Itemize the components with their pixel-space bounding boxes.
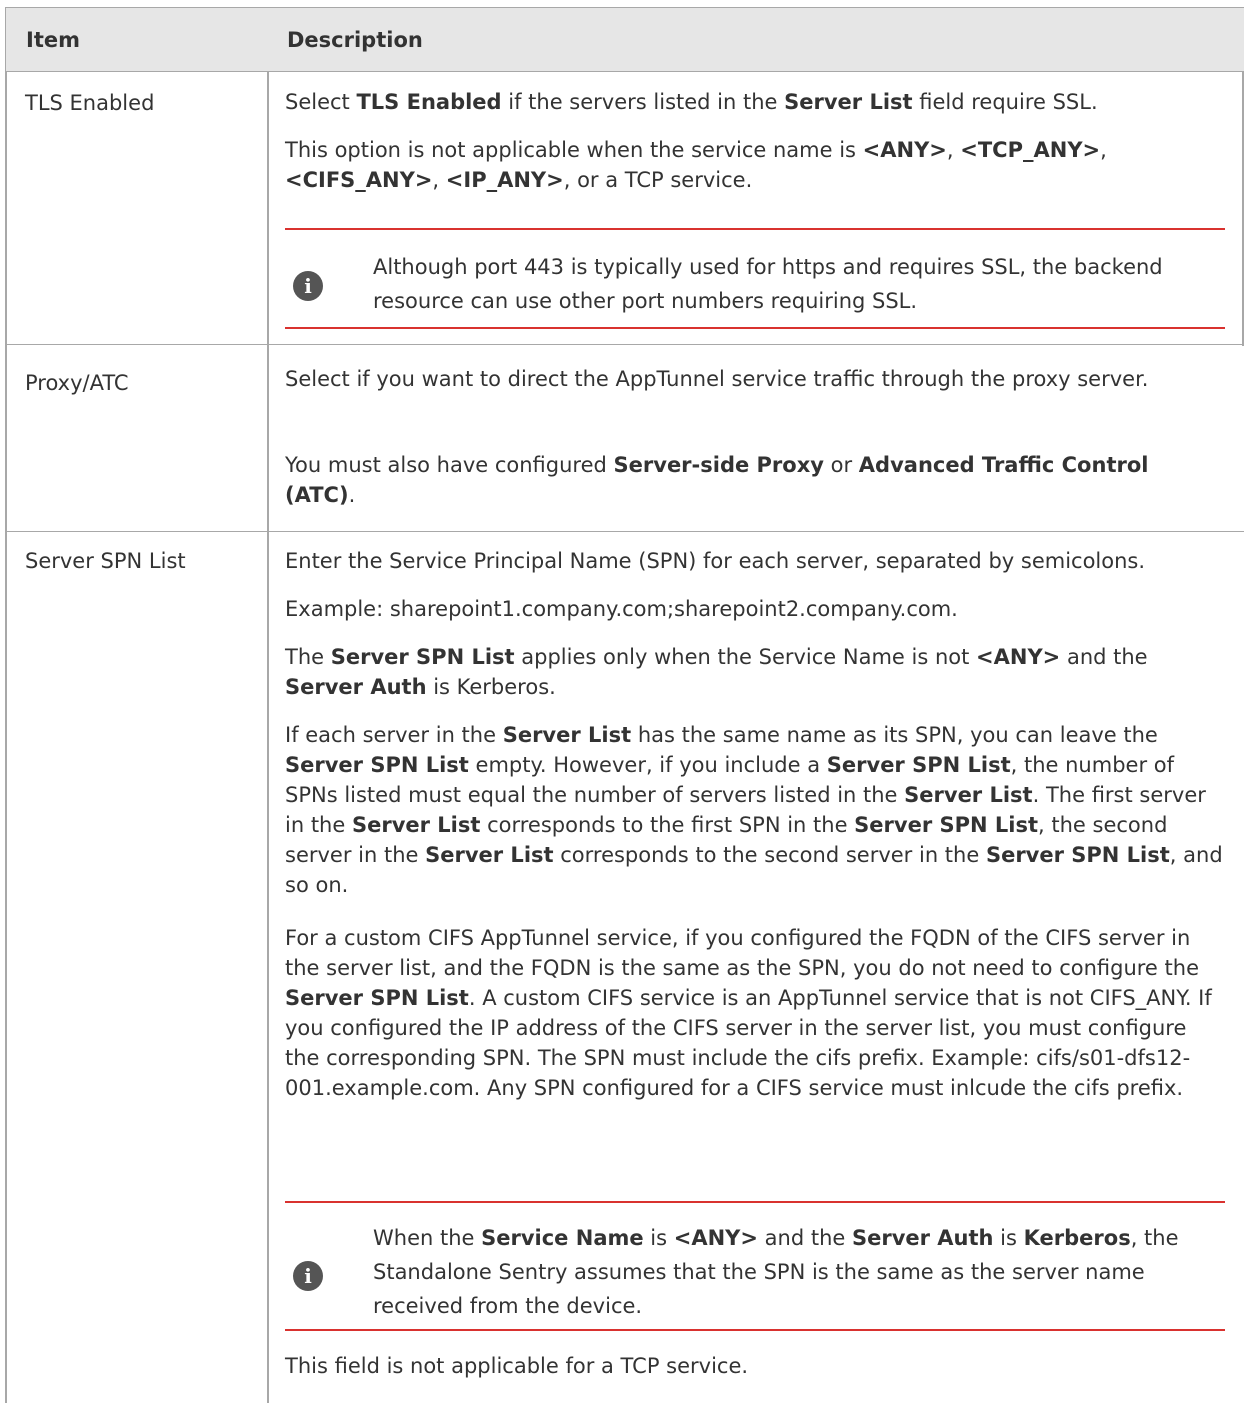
column-divider (267, 71, 269, 1403)
spn-description-5: For a custom CIFS AppTunnel service, if … (285, 926, 1212, 1100)
spn-description-2: Example: sharepoint1.company.com;sharepo… (285, 597, 958, 621)
spn-description-4: If each server in the Server List has th… (285, 723, 1223, 897)
spn-note-text: When the Service Name is <ANY> and the S… (373, 1226, 1179, 1318)
info-icon: i (293, 1261, 323, 1291)
note-rule-bottom (285, 327, 1225, 329)
header-description: Description (287, 28, 423, 52)
header-item: Item (26, 28, 80, 52)
tls-description-2: This option is not applicable when the s… (285, 138, 1107, 192)
table-left-border (5, 71, 7, 1403)
note-rule-top-2 (285, 1201, 1225, 1203)
spn-description-1: Enter the Service Principal Name (SPN) f… (285, 549, 1146, 573)
row-divider-2 (5, 531, 1244, 532)
tls-note-text: Although port 443 is typically used for … (373, 255, 1163, 313)
row-divider-1 (5, 344, 1244, 345)
table-header-row: Item Description (5, 7, 1244, 72)
note-rule-bottom-2 (285, 1329, 1225, 1331)
note-rule-top (285, 228, 1225, 230)
row-item-proxy-atc: Proxy/ATC (25, 371, 129, 395)
spn-description-6: This field is not applicable for a TCP s… (285, 1354, 749, 1378)
tls-description-1: Select TLS Enabled if the servers listed… (285, 90, 1098, 114)
spn-description-3: The Server SPN List applies only when th… (285, 645, 1148, 699)
row-item-tls-enabled: TLS Enabled (25, 91, 155, 115)
proxy-description-2: You must also have configured Server-sid… (285, 453, 1149, 507)
proxy-description-1: Select if you want to direct the AppTunn… (285, 367, 1149, 391)
info-icon: i (293, 271, 323, 301)
row-item-server-spn-list: Server SPN List (25, 549, 186, 573)
